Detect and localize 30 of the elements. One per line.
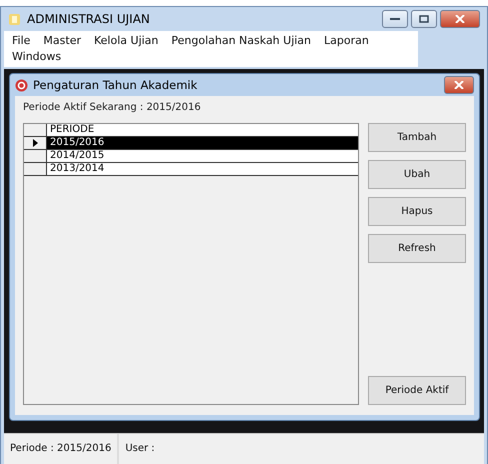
table-cell[interactable]: 2015/2016 <box>47 137 358 149</box>
close-icon <box>454 81 464 89</box>
dialog-title: Pengaturan Tahun Akademik <box>33 78 198 92</box>
close-icon <box>455 15 465 23</box>
menu-item[interactable]: Pengolahan Naskah Ujian <box>171 33 312 49</box>
status-text: Periode : 2015/2016 <box>4 434 120 464</box>
column-header: PERIODE <box>47 124 358 136</box>
app-icon <box>15 78 28 92</box>
close-button[interactable] <box>440 10 480 28</box>
status-text: User : <box>124 442 156 456</box>
action-button[interactable]: Refresh <box>368 234 466 263</box>
maximize-button[interactable] <box>411 10 437 28</box>
minimize-icon <box>390 17 400 21</box>
active-period-label: Periode Aktif Sekarang : 2015/2016 <box>23 102 202 113</box>
menu-item[interactable]: File <box>12 33 30 49</box>
menu-item[interactable]: Laporan <box>324 33 369 49</box>
app-icon <box>8 12 21 26</box>
action-button[interactable]: Ubah <box>368 160 466 189</box>
minimize-button[interactable] <box>382 10 408 28</box>
action-button[interactable]: Hapus <box>368 197 466 226</box>
window-title: ADMINISTRASI UJIAN <box>27 12 150 26</box>
action-button[interactable]: Tambah <box>368 123 466 152</box>
close-button[interactable] <box>444 76 474 94</box>
active-period-button[interactable]: Periode Aktif <box>368 376 466 405</box>
maximize-icon <box>419 15 429 23</box>
menu-item[interactable]: Kelola Ujian <box>94 33 158 49</box>
menu-item[interactable]: Windows <box>12 49 62 65</box>
table-cell[interactable]: 2014/2015 <box>47 150 358 162</box>
table-cell[interactable]: 2013/2014 <box>47 163 358 175</box>
menu-item[interactable]: Master <box>43 33 81 49</box>
